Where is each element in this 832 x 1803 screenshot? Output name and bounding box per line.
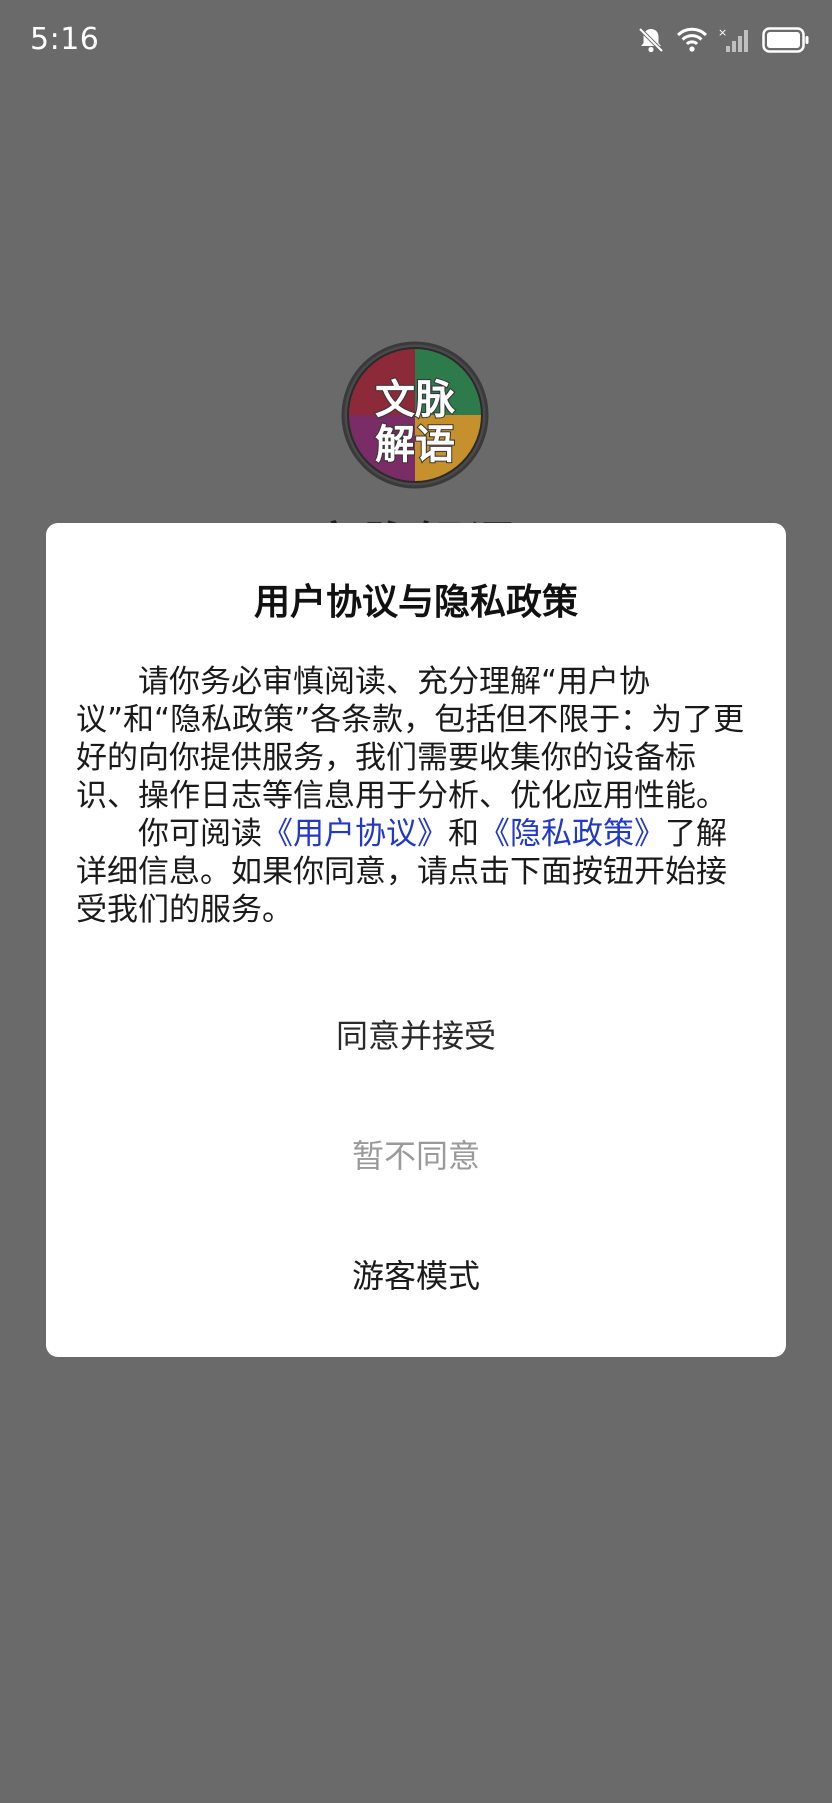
privacy-dialog: 用户协议与隐私政策 请你务必审慎阅读、充分理解“用户协议”和“隐私政策”各条款，… [46,523,786,1357]
guest-mode-button[interactable]: 游客模式 [76,1236,756,1316]
no-signal-icon: × [718,26,752,54]
paragraph-2-and: 和 [448,816,479,852]
status-bar: 5:16 × [0,0,832,80]
logo-line-2: 解语 [375,422,455,468]
paragraph-2-prefix: 你可阅读 [138,816,262,852]
battery-icon [762,27,810,53]
wifi-icon [676,26,708,54]
dialog-title: 用户协议与隐私政策 [253,582,578,623]
svg-text:×: × [718,26,727,39]
user-agreement-link[interactable]: 《用户协议》 [262,816,448,852]
agree-button[interactable]: 同意并接受 [76,996,756,1076]
dialog-body: 请你务必审慎阅读、充分理解“用户协议”和“隐私政策”各条款，包括但不限于：为了更… [76,663,756,929]
logo-line-1: 文脉 [375,377,456,423]
policy-paragraph-2: 你可阅读《用户协议》和《隐私政策》了解详细信息。如果你同意，请点击下面按钮开始接… [76,815,756,929]
status-icons: × [636,24,810,56]
status-time: 5:16 [30,22,100,57]
policy-paragraph-1: 请你务必审慎阅读、充分理解“用户协议”和“隐私政策”各条款，包括但不限于：为了更… [76,664,745,814]
bell-muted-icon [636,25,666,55]
privacy-policy-link[interactable]: 《隐私政策》 [479,816,665,852]
disagree-button[interactable]: 暂不同意 [76,1116,756,1196]
app-logo: 文脉 解语 [340,340,490,490]
